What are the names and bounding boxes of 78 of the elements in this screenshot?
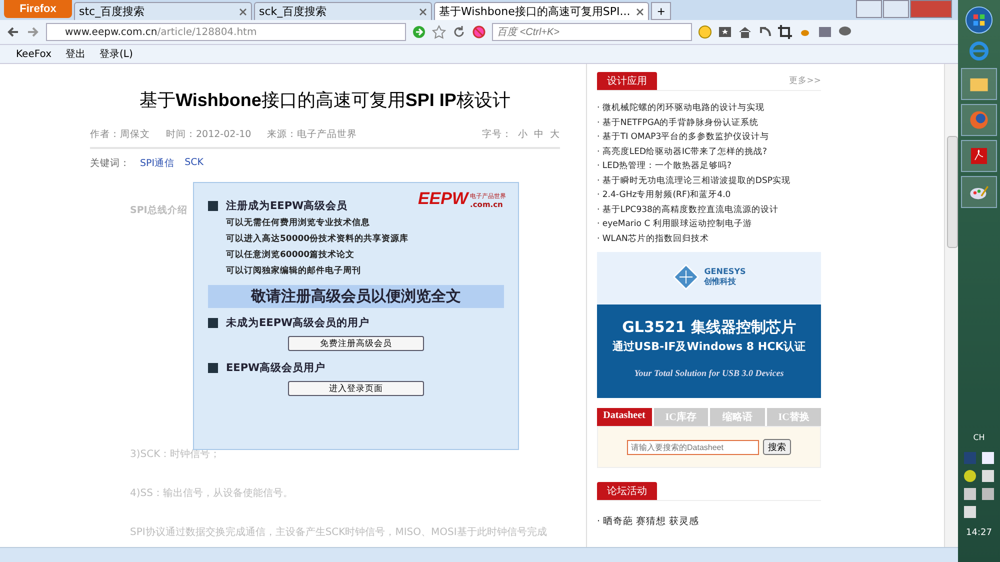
blocked-icon[interactable] bbox=[472, 25, 486, 39]
go-icon[interactable] bbox=[412, 25, 426, 39]
font-size-link[interactable]: 小 bbox=[518, 128, 528, 141]
article-link[interactable]: · 微机械陀螺的闭环驱动电路的设计与实现 bbox=[597, 101, 821, 116]
datasheet-search-field[interactable]: 请输入要搜索的Datasheet bbox=[627, 440, 759, 454]
star-icon[interactable] bbox=[432, 25, 446, 39]
chip-logo-icon bbox=[672, 263, 700, 291]
keyword-link[interactable]: SCK bbox=[184, 157, 204, 170]
search-field[interactable]: 百度 <Ctrl+K> bbox=[492, 23, 692, 41]
popup-heading: 未成为EEPW高级会员的用户 bbox=[226, 316, 370, 330]
square-bullet-icon bbox=[208, 318, 218, 328]
popup-heading: EEPW高级会员用户 bbox=[226, 361, 326, 375]
article-date: 时间：2012-02-10 bbox=[166, 128, 252, 141]
browser-tab[interactable]: 基于Wishbone接口的高速可复用SPI... bbox=[434, 2, 650, 20]
square-bullet-icon bbox=[208, 201, 218, 211]
article-link[interactable]: · WLAN芯片的指数回归技术 bbox=[597, 232, 821, 246]
body-text: SPI协议通过数据交换完成通信，主设备产生SCK时钟信号，MISO、MOSI基于此时钟信号完成 bbox=[130, 526, 547, 540]
close-tab-icon[interactable] bbox=[636, 8, 644, 16]
close-tab-icon[interactable] bbox=[419, 8, 427, 16]
benefit-text: 可以任意浏览60000篇技术论文 bbox=[226, 249, 356, 261]
benefit-text: 可以进入高达50000份技术资料的共享资源库 bbox=[226, 233, 410, 245]
home-icon[interactable] bbox=[738, 25, 752, 39]
article-link[interactable]: · LED热管理：一个散热器足够吗? bbox=[597, 159, 821, 174]
ad-headline: GL3521 集线器控制芯片 bbox=[622, 318, 796, 337]
article-link[interactable]: · 基于瞬时无功电流理论三相谐波提取的DSP实现 bbox=[597, 174, 821, 188]
article-author: 作者：周保文 bbox=[90, 128, 150, 141]
article-title: 基于Wishbone接口的高速可复用SPI IP核设计 bbox=[138, 89, 512, 112]
input-language[interactable]: CH bbox=[973, 433, 985, 442]
back-icon[interactable] bbox=[6, 25, 20, 39]
square-bullet-icon bbox=[208, 363, 218, 373]
folder-icon[interactable] bbox=[961, 68, 997, 100]
body-text: 4)SS：输出信号，从设备使能信号。 bbox=[130, 486, 293, 501]
bookmark-item[interactable]: KeeFox bbox=[16, 48, 52, 60]
article-link[interactable]: · 基于NETFPGA的手背静脉身份认证系统 bbox=[597, 116, 821, 130]
font-size-label: 字号： bbox=[482, 128, 512, 141]
search-button[interactable]: 搜索 bbox=[763, 439, 791, 455]
search-tab[interactable]: Datasheet bbox=[597, 408, 652, 426]
window-controls-icon[interactable] bbox=[856, 0, 952, 18]
new-tab-button[interactable]: + bbox=[651, 2, 672, 20]
bookmark-item[interactable]: 登出 bbox=[66, 47, 86, 61]
login-button[interactable]: 进入登录页面 bbox=[288, 381, 424, 396]
article-source: 来源：电子产品世界 bbox=[267, 128, 358, 141]
crop-icon[interactable] bbox=[778, 25, 792, 39]
article-link[interactable]: · 基于TI OMAP3平台的多参数监护仪设计与 bbox=[597, 130, 821, 144]
keyword-link[interactable]: SPI通信 bbox=[140, 157, 175, 170]
reload-icon[interactable] bbox=[452, 25, 466, 39]
ad-subline: 通过USB-IF及Windows 8 HCK认证 bbox=[612, 339, 806, 354]
font-size-link[interactable]: 中 bbox=[534, 128, 544, 141]
close-tab-icon[interactable] bbox=[239, 8, 247, 16]
benefit-text: 可以无需任何费用浏览专业技术信息 bbox=[226, 217, 371, 229]
forward-icon[interactable] bbox=[26, 25, 40, 39]
article-link[interactable]: · 基于LPC938的高精度数控直流电流源的设计 bbox=[597, 202, 821, 217]
article-link[interactable]: · eyeMario C 利用眼球运动控制电子游 bbox=[597, 217, 821, 232]
browser-tab[interactable]: sck_百度搜索 bbox=[254, 2, 432, 20]
pdf-icon[interactable] bbox=[961, 140, 997, 172]
clock[interactable]: 14:27 bbox=[966, 528, 992, 538]
brand-name-cn: 创惟科技 bbox=[704, 276, 738, 287]
keywords-label: 关键词： bbox=[90, 157, 130, 170]
address-bar[interactable]: www.eepw.com.cn/article/128804.htm bbox=[46, 23, 406, 41]
ad-banner[interactable]: GENESYS 创惟科技 GL3521 集线器控制芯片 通过USB-IF及Windows 8 HCK认证 Your Total Solution for USB 3.0 Devices bbox=[597, 252, 821, 398]
article-link[interactable]: · 高亮度LED给驱动器IC带来了怎样的挑战? bbox=[597, 144, 821, 159]
section-heading: SPI总线介绍 bbox=[130, 204, 188, 217]
ad-tagline: Your Total Solution for USB 3.0 Devices bbox=[634, 368, 784, 378]
notice-banner: 敬请注册高级会员以便浏览全文 bbox=[208, 285, 504, 308]
brand-name: GENESYS bbox=[704, 267, 746, 276]
undo-icon[interactable] bbox=[758, 25, 772, 39]
scrollbar[interactable] bbox=[944, 64, 958, 547]
forum-link[interactable]: · 晒奇葩 赛猜想 获灵感 bbox=[597, 515, 821, 528]
paint-palette-icon[interactable] bbox=[961, 176, 997, 208]
bookmark-item[interactable]: 登录(L) bbox=[100, 47, 133, 61]
register-button[interactable]: 免费注册高级会员 bbox=[288, 336, 424, 351]
benefit-text: 可以订阅独家编辑的邮件电子周刊 bbox=[226, 265, 362, 277]
browser-tab[interactable]: stc_百度搜索 bbox=[74, 2, 252, 20]
globe-fox-icon[interactable] bbox=[961, 104, 997, 136]
article-link[interactable]: · 2.4-GHz专用射频(RF)和蓝牙4.0 bbox=[597, 188, 821, 202]
popup-heading: 注册成为EEPW高级会员 bbox=[226, 199, 348, 213]
font-size-link[interactable]: 大 bbox=[550, 128, 560, 141]
start-button[interactable] bbox=[965, 6, 993, 34]
